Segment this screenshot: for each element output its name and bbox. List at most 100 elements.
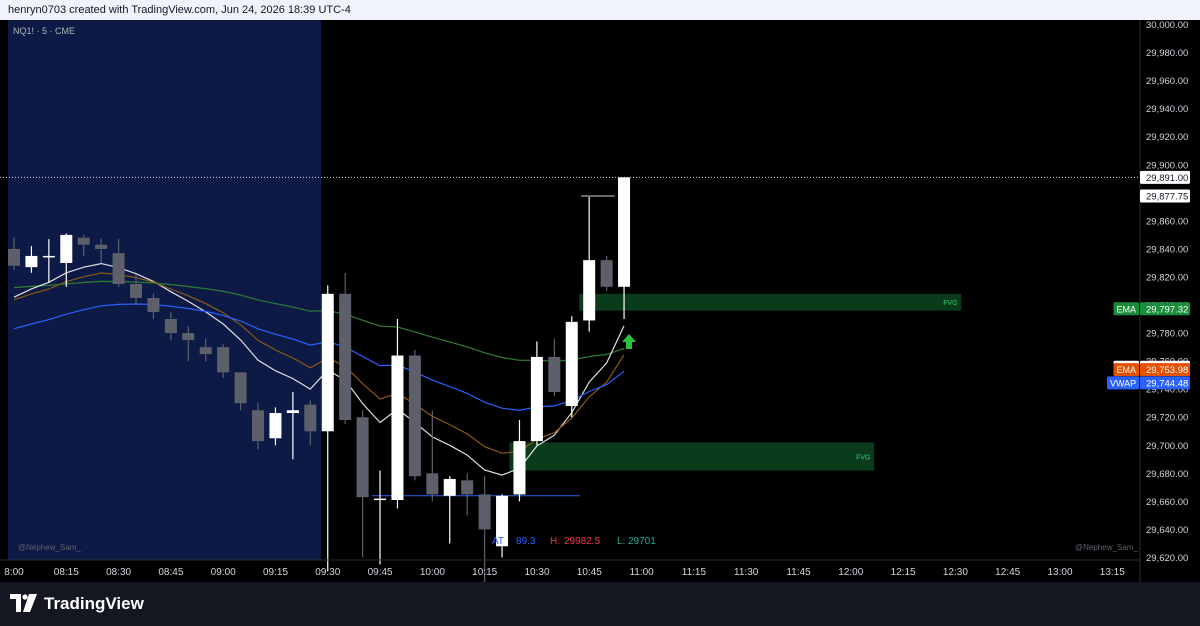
price-label-tag: EMA xyxy=(1117,304,1137,314)
candle-body[interactable] xyxy=(443,478,456,496)
candle-body[interactable] xyxy=(130,283,143,299)
stat-a-label: AT xyxy=(492,536,504,547)
time-tick-label: 08:15 xyxy=(54,567,79,578)
candle-body[interactable] xyxy=(252,410,265,442)
price-tick-label: 29,680.00 xyxy=(1146,469,1188,480)
tradingview-brand[interactable]: TradingView xyxy=(10,594,144,614)
candle-body[interactable] xyxy=(583,260,596,321)
price-tick-label: 30,000.00 xyxy=(1146,20,1188,31)
session-background xyxy=(8,20,321,560)
candle-body[interactable] xyxy=(199,347,212,355)
candle-body[interactable] xyxy=(356,417,369,498)
candle-body[interactable] xyxy=(217,347,230,373)
candle-body[interactable] xyxy=(374,498,387,501)
stat-a-value: 89.3 xyxy=(516,536,536,547)
candle-body[interactable] xyxy=(269,413,282,439)
price-tick-label: 29,820.00 xyxy=(1146,272,1188,283)
time-tick-label: 10:30 xyxy=(524,567,549,578)
candle-body[interactable] xyxy=(25,255,38,268)
time-tick-label: 11:30 xyxy=(734,567,759,578)
watermark-right: @Nephew_Sam_ xyxy=(1075,543,1138,552)
candle-body[interactable] xyxy=(618,177,631,287)
time-tick-label: 11:15 xyxy=(682,567,707,578)
candle-body[interactable] xyxy=(60,234,73,263)
tradingview-logo-icon xyxy=(10,594,37,612)
stat-l-label: L: xyxy=(617,536,625,547)
time-tick-label: 13:00 xyxy=(1047,567,1072,578)
time-tick-label: 10:45 xyxy=(577,567,602,578)
time-tick-label: 12:00 xyxy=(838,567,863,578)
candle-body[interactable] xyxy=(8,248,20,266)
price-tick-label: 29,620.00 xyxy=(1146,553,1188,564)
candle-body[interactable] xyxy=(408,355,421,477)
time-tick-label: 11:45 xyxy=(786,567,811,578)
stat-h-label: H: xyxy=(550,536,560,547)
time-tick-label: 12:30 xyxy=(943,567,968,578)
price-label-tag: EMA xyxy=(1117,365,1137,375)
candle-body[interactable] xyxy=(461,480,474,495)
fvg-zone xyxy=(509,442,875,471)
candle-body[interactable] xyxy=(112,253,125,284)
watermark-left: @Nephew_Sam_ xyxy=(18,543,81,552)
time-tick-label: 11:00 xyxy=(629,567,654,578)
price-label-value: 29,891.00 xyxy=(1146,173,1188,184)
price-tick-label: 29,720.00 xyxy=(1146,413,1188,424)
time-tick-label: 08:45 xyxy=(158,567,183,578)
candle-body[interactable] xyxy=(513,441,526,495)
price-chart[interactable]: FVG FVG 30,000.00 29,980.00 29,960.00 29,940… xyxy=(0,20,1200,586)
candle-body[interactable] xyxy=(286,410,299,414)
price-tick-label: 29,860.00 xyxy=(1146,216,1188,227)
price-label-value: 29,797.32 xyxy=(1146,304,1188,315)
candle-body[interactable] xyxy=(565,321,578,407)
candle-body[interactable] xyxy=(391,355,404,500)
candle-body[interactable] xyxy=(426,473,439,495)
time-tick-label: 09:30 xyxy=(315,567,340,578)
chart-header: henryn0703 created with TradingView.com,… xyxy=(0,0,1200,20)
price-tick-label: 29,640.00 xyxy=(1146,525,1188,536)
price-tick-label: 29,980.00 xyxy=(1146,48,1188,59)
time-tick-label: 12:15 xyxy=(891,567,916,578)
header-text: henryn0703 created with TradingView.com,… xyxy=(8,4,351,16)
price-tick-label: 29,700.00 xyxy=(1146,441,1188,452)
candle-body[interactable] xyxy=(147,298,160,313)
chart-frame[interactable]: FVG FVG 30,000.00 29,980.00 29,960.00 29,940… xyxy=(0,20,1200,586)
price-tick-label: 29,960.00 xyxy=(1146,76,1188,87)
price-label-value: 29,877.75 xyxy=(1146,191,1188,202)
fvg-label: FVG xyxy=(943,300,957,307)
price-tick-label: 29,840.00 xyxy=(1146,244,1188,255)
candle-body[interactable] xyxy=(530,356,543,442)
time-tick-label: 10:00 xyxy=(420,567,445,578)
brand-text: TradingView xyxy=(44,594,144,613)
time-tick-label: 09:00 xyxy=(211,567,236,578)
candle-body[interactable] xyxy=(304,404,317,432)
candle-body[interactable] xyxy=(77,237,90,245)
fvg-label: FVG xyxy=(856,455,870,462)
time-tick-label: 09:15 xyxy=(263,567,288,578)
candle-body[interactable] xyxy=(339,293,352,421)
time-tick-label: 09:45 xyxy=(368,567,393,578)
price-tick-label: 29,900.00 xyxy=(1146,160,1188,171)
price-tick-label: 29,780.00 xyxy=(1146,329,1188,340)
candle-body[interactable] xyxy=(95,244,108,249)
price-label-value: 29,744.48 xyxy=(1146,378,1188,389)
price-tick-label: 29,920.00 xyxy=(1146,132,1188,143)
candle-body[interactable] xyxy=(478,494,491,530)
time-tick-label: 13:15 xyxy=(1100,567,1125,578)
stat-h-value: 29982.5 xyxy=(564,536,601,547)
fvg-zone xyxy=(579,293,962,311)
candle-body[interactable] xyxy=(548,356,561,392)
price-label-value: 29,753.98 xyxy=(1146,365,1188,376)
time-tick-label: 8:00 xyxy=(4,567,24,578)
time-tick-label: 12:45 xyxy=(995,567,1020,578)
time-tick-label: 10:15 xyxy=(472,567,497,578)
candle-body[interactable] xyxy=(42,255,55,258)
candle-body[interactable] xyxy=(164,319,177,334)
price-tick-label: 29,940.00 xyxy=(1146,104,1188,115)
symbol-label: NQ1! · 5 · CME xyxy=(13,26,75,36)
candle-body[interactable] xyxy=(321,293,334,432)
candle-body[interactable] xyxy=(182,333,195,341)
candle-body[interactable] xyxy=(600,260,613,287)
candle-body[interactable] xyxy=(234,372,247,404)
footer: TradingView xyxy=(0,582,1200,626)
price-tick-label: 29,660.00 xyxy=(1146,497,1188,508)
